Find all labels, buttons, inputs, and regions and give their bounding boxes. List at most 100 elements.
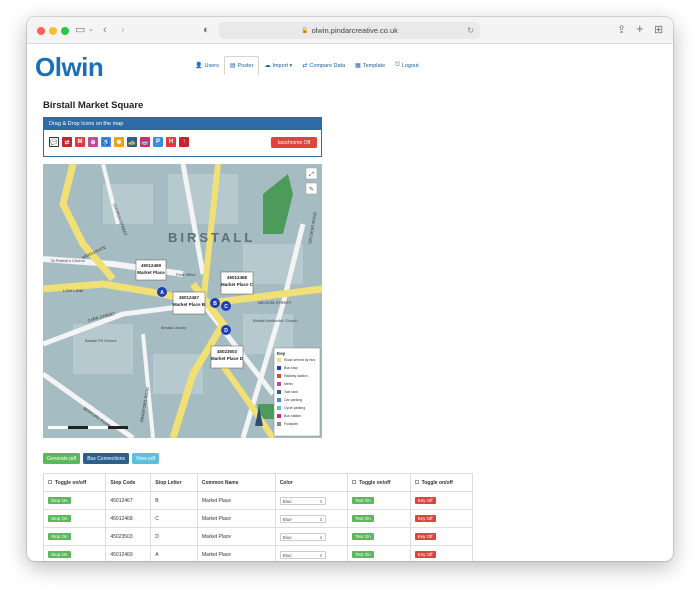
stop-map[interactable]: BIRSTALL LOW LANE NELSON STREET MIDDLEGA… [43,164,322,438]
scale-bar-segment [48,426,68,429]
taxi-icon[interactable]: 🚕 [127,137,137,147]
share-icon[interactable]: ⇪ [617,23,626,37]
generate-pdf-button[interactable]: Generate pdf [43,453,81,464]
close-window-button[interactable] [37,26,45,35]
bus-connections-button[interactable]: Bus Connections [83,453,129,464]
key-toggle-cell: Key Off [409,545,474,561]
stops-table: Toggle on/off Stop Code Stop Letter Comm… [42,473,474,561]
lock-icon: 🔒 [301,28,309,34]
color-select[interactable]: Blue [279,514,326,523]
arrow-up-icon[interactable]: ↑ [179,137,189,147]
table-header-row: Toggle on/off Stop Code Stop Letter Comm… [42,473,474,492]
tab-overview-icon[interactable]: ⊞ [654,23,663,37]
color-select[interactable]: Blue [279,532,326,541]
view-pdf-button[interactable]: View pdf [132,453,160,464]
key-toggle-button[interactable]: Key Off [414,551,436,558]
forward-icon[interactable]: › [121,23,125,37]
key-toggle-button[interactable]: Key Off [414,497,436,504]
chevron-down-icon[interactable]: ⌄ [88,23,94,37]
stop-code: 45012469 [141,263,162,268]
text-toggle-button[interactable]: Text On [352,533,374,540]
select-all-text-checkbox[interactable] [352,480,357,485]
reload-icon[interactable]: ↻ [467,26,474,35]
text-toggle-cell: Text On [347,509,411,528]
nav-logout[interactable]: ⎋ Logout [390,56,424,75]
col-stop-code: Stop Code [105,473,152,492]
address-bar[interactable]: 🔒 olwin.pindarcreative.co.uk ↻ [219,22,480,39]
parking-icon[interactable]: P [153,137,163,147]
select-all-checkbox[interactable] [48,480,52,485]
color-cell: Blue [274,527,349,546]
bus-icon[interactable]: 🚌 [140,137,150,147]
stop-code-cell: 45012469 [105,545,152,561]
nav-compare-data[interactable]: ⇄ Compare Data [297,56,350,75]
sun-icon[interactable]: ✹ [114,137,124,147]
map-canvas[interactable]: BIRSTALL LOW LANE NELSON STREET MIDDLEGA… [43,164,322,438]
stop-code-cell: 45012467 [105,491,152,510]
key-item: Cycle parking [284,406,305,410]
key-swatch [277,406,281,410]
olwin-logo[interactable]: Olwin [35,52,104,83]
stop-toggle-cell: Stop On [42,491,107,510]
select-all-key-checkbox[interactable] [414,480,419,485]
main-nav: 👤 Users ▤ Poster ☁ Import ▾ ⇄ Compare Da… [190,56,424,75]
accessible-icon[interactable]: ♿ [101,137,111,147]
minimize-window-button[interactable] [49,26,57,35]
logout-icon: ⎋ [395,62,400,68]
nav-logout-label: Logout [401,62,419,69]
col-text-toggle[interactable]: Toggle on/off [347,473,411,492]
place-label: St Patrick's Church [51,258,85,263]
stop-toggle-button[interactable]: Stop On [48,551,71,558]
stop-name: Market Place B [173,302,206,307]
key-swatch [277,358,281,362]
stop-toggle-button[interactable]: Stop On [48,515,71,522]
nav-poster[interactable]: ▤ Poster [223,56,260,75]
hospital-icon[interactable]: H [166,137,176,147]
key-toggle-button[interactable]: Key Off [414,515,436,522]
speech-bubble-icon[interactable]: 💬 [49,137,59,147]
text-toggle-button[interactable]: Text On [352,497,374,504]
key-item: Footpath [284,422,298,426]
stop-letter-cell: A [150,545,198,561]
new-tab-icon[interactable]: + [636,22,644,36]
stop-code-cell: 45023503 [105,527,152,546]
nav-import-label: Import ▾ [272,62,293,69]
nav-users-label: Users [204,62,219,69]
stop-toggle-button[interactable]: Stop On [48,497,71,504]
nav-users[interactable]: 👤 Users [190,56,224,75]
nav-import[interactable]: ☁ Import ▾ [259,56,297,75]
color-select[interactable]: Blue [279,550,326,559]
zoom-window-button[interactable] [61,26,69,35]
stop-letter: C [224,304,228,310]
key-item: Bus station [284,414,301,418]
key-item: Railway station [284,374,308,378]
text-toggle-button[interactable]: Text On [352,515,374,522]
stop-toggle-cell: Stop On [42,527,107,546]
taxichrome-toggle[interactable]: taxichrome Off [271,137,317,148]
map-key: Key Road served by bus Bus stop Railway st… [273,347,321,437]
key-toggle-button[interactable]: Key Off [414,533,436,540]
stop-toggle-button[interactable]: Stop On [48,533,71,540]
key-toggle-cell: Key Off [409,509,474,528]
tram-icon[interactable]: ⊕ [88,137,98,147]
stop-letter-cell: B [150,491,198,510]
shield-icon[interactable]: ◐ [203,23,210,37]
col-key-toggle[interactable]: Toggle on/off [409,473,474,492]
text-toggle-cell: Text On [347,545,411,561]
nav-compare-label: Compare Data [309,62,346,69]
scale-bar-segment [88,426,108,429]
col-stop-toggle[interactable]: Toggle on/off [42,473,107,492]
color-select[interactable]: Blue [279,496,326,505]
col-stop-letter: Stop Letter [150,473,198,492]
nav-template[interactable]: ▦ Template [350,56,390,75]
back-icon[interactable]: ‹ [103,23,107,37]
text-toggle-cell: Text On [347,491,411,510]
key-swatch [277,366,281,370]
stop-code: 45023503 [217,349,238,354]
sidebar-icon[interactable]: ▭ [75,23,85,37]
text-toggle-button[interactable]: Text On [352,551,374,558]
expand-icon: ⤢ [309,171,314,178]
common-name-cell: Market Place [196,545,276,561]
rail-icon[interactable]: ⇄ [62,137,72,147]
metro-icon[interactable]: M [75,137,85,147]
